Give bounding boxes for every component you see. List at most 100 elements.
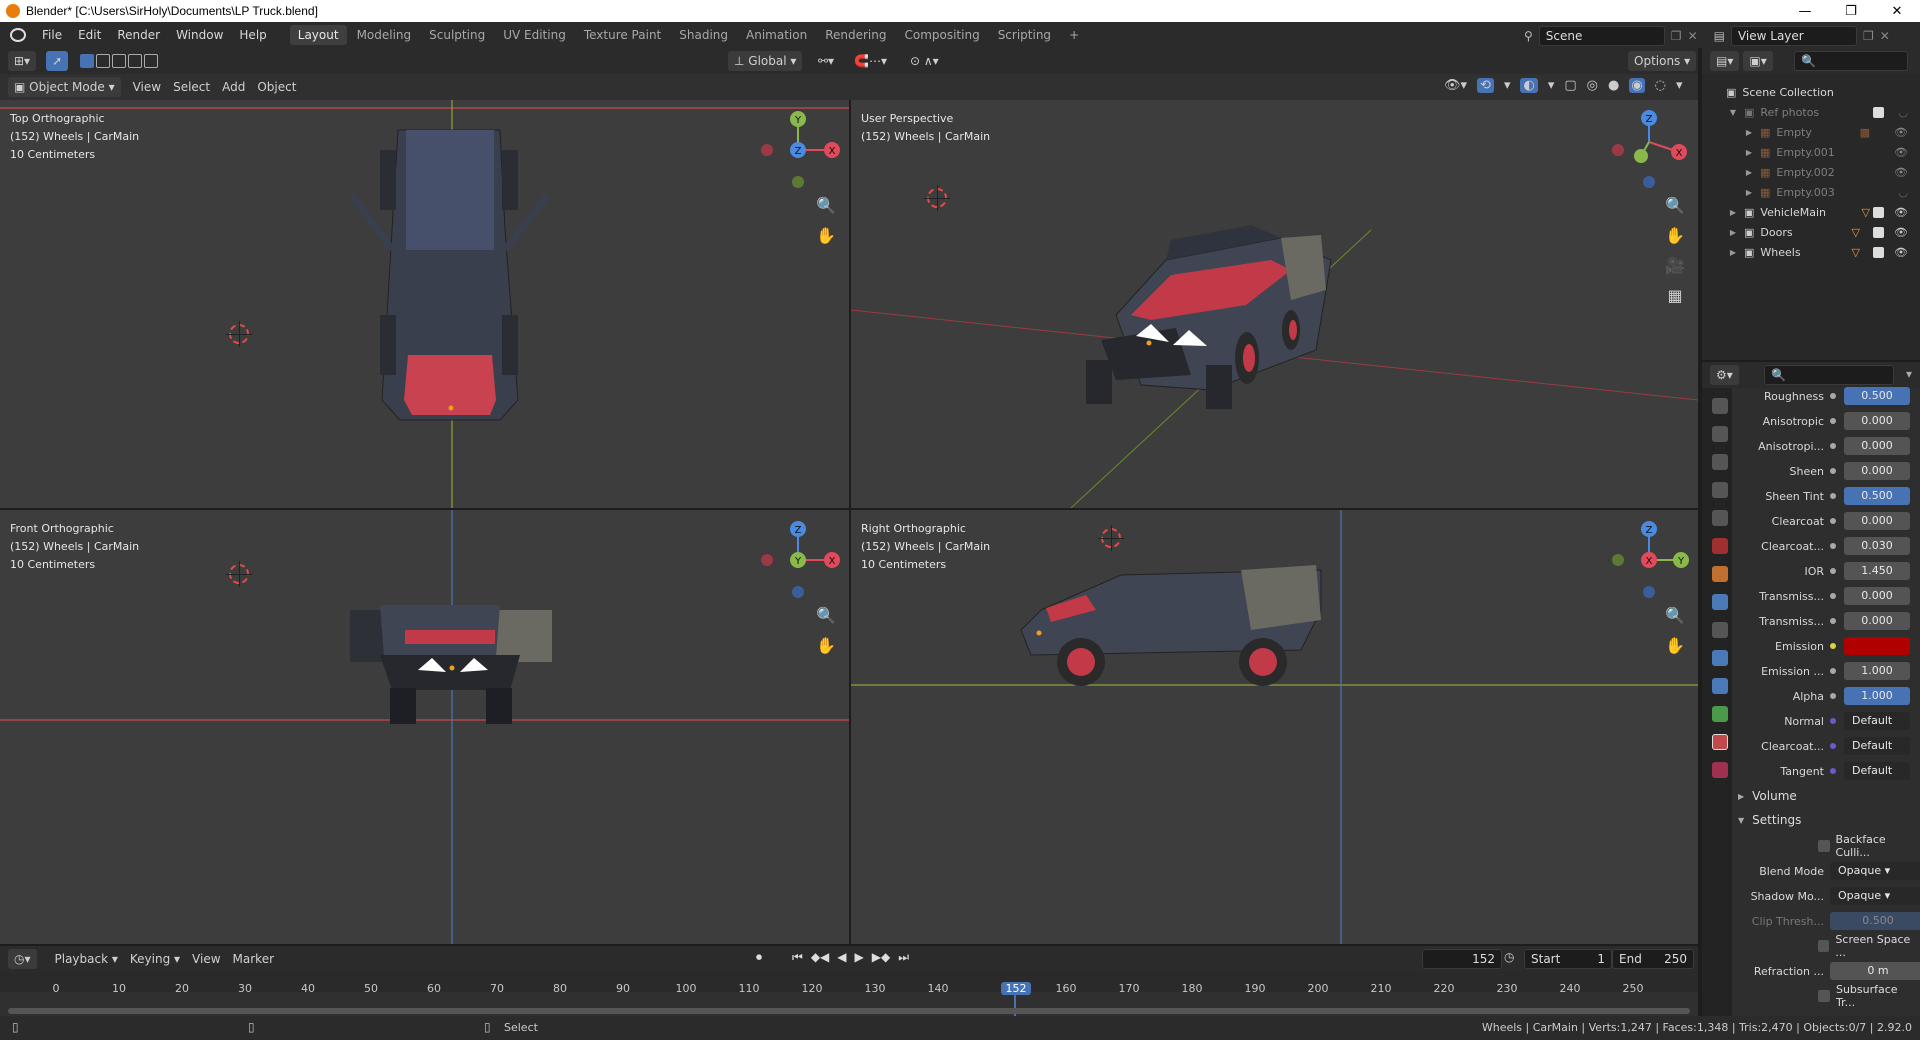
tab-modeling[interactable]: Modeling (349, 25, 420, 45)
delete-view-layer-icon[interactable]: ✕ (1880, 29, 1890, 43)
anisotropic-rotation-field[interactable]: 0.000 (1844, 437, 1910, 455)
tool-tab-icon[interactable] (1712, 398, 1728, 414)
ortho-toggle-icon[interactable]: ▦ (1663, 284, 1687, 308)
expand-arrow-icon[interactable]: ▶ (1728, 228, 1738, 237)
visibility-eye-icon[interactable]: 👁 (1894, 226, 1908, 239)
marker-menu[interactable]: Marker (227, 949, 280, 969)
tab-scripting[interactable]: Scripting (990, 25, 1059, 45)
backface-culling-checkbox[interactable] (1818, 840, 1830, 852)
tangent-field[interactable]: Default (1844, 762, 1910, 780)
menu-window[interactable]: Window (168, 22, 231, 48)
tab-layout[interactable]: Layout (289, 25, 347, 45)
menu-help[interactable]: Help (231, 22, 274, 48)
physics-tab-icon[interactable] (1712, 650, 1728, 666)
select-new-icon[interactable] (80, 54, 95, 68)
expand-arrow-icon[interactable]: ▼ (1728, 108, 1738, 117)
scene-icon[interactable]: ⚲ (1524, 29, 1533, 43)
render-tab-icon[interactable] (1712, 426, 1728, 442)
texture-tab-icon[interactable] (1712, 762, 1728, 778)
wireframe-shading-icon[interactable]: ◎ (1587, 78, 1598, 93)
zoom-icon[interactable]: 🔍 (814, 194, 838, 218)
menu-edit[interactable]: Edit (70, 22, 109, 48)
3d-cursor-icon[interactable] (924, 185, 950, 211)
timeline-view-menu[interactable]: View (186, 949, 226, 969)
transmission-field[interactable]: 0.000 (1844, 587, 1910, 605)
nav-gizmo[interactable]: Y X Z (752, 100, 842, 190)
visibility-eye-icon[interactable]: 👁 (1894, 166, 1908, 179)
camera-view-icon[interactable]: 🎥 (1663, 254, 1687, 278)
refraction-depth-field[interactable]: 0 m (1830, 962, 1920, 980)
zoom-icon[interactable]: 🔍 (1663, 604, 1687, 628)
sheen-tint-field[interactable]: 0.500 (1844, 487, 1910, 505)
modifier-tab-icon[interactable] (1712, 594, 1728, 610)
outliner-row[interactable]: ▶ ▣ Wheels ▽ 👁 (1702, 242, 1920, 262)
minimize-button[interactable]: — (1782, 0, 1828, 22)
gizmo-y-axis[interactable] (1634, 149, 1648, 163)
clearcoat-normal-field[interactable]: Default (1844, 737, 1910, 755)
nav-gizmo[interactable]: Z Y X (1601, 510, 1691, 600)
overlay-toggle-icon[interactable]: ◐ (1520, 78, 1538, 93)
tab-animation[interactable]: Animation (738, 25, 815, 45)
screen-space-refraction-row[interactable]: Screen Space ... (1818, 933, 1920, 959)
xray-icon[interactable]: ▢ (1564, 78, 1576, 93)
gizmo-neg-z[interactable] (792, 586, 804, 598)
scene-tab-icon[interactable] (1712, 510, 1728, 526)
expand-arrow-icon[interactable]: ▶ (1744, 128, 1754, 137)
tab-compositing[interactable]: Compositing (896, 25, 987, 45)
record-icon[interactable]: ⏺ (756, 950, 762, 965)
preview-range-icon[interactable]: ◷ (1504, 950, 1514, 964)
tab-rendering[interactable]: Rendering (817, 25, 894, 45)
gizmo-neg-x[interactable] (1612, 144, 1624, 156)
outliner-row[interactable]: ▶ ▦ Empty ▩ 👁 (1702, 122, 1920, 142)
object-tab-icon[interactable] (1712, 566, 1728, 582)
select-invert-icon[interactable] (128, 54, 143, 68)
data-tab-icon[interactable] (1712, 706, 1728, 722)
outliner-row[interactable]: ▶ ▦ Empty.003 ◡ (1702, 182, 1920, 202)
roughness-field[interactable]: 0.500 (1844, 387, 1910, 405)
view-layer-icon[interactable]: ▤ (1714, 29, 1725, 43)
expand-arrow-icon[interactable]: ▶ (1744, 148, 1754, 157)
proportional-edit-icon[interactable]: ⊙ ∧▾ (904, 51, 945, 71)
zoom-icon[interactable]: 🔍 (814, 604, 838, 628)
backface-culling-row[interactable]: Backface Culli... (1818, 833, 1920, 859)
material-tab-icon[interactable] (1712, 734, 1728, 750)
outliner-row[interactable]: ▶ ▦ Empty.001 👁 (1702, 142, 1920, 162)
material-shading-icon[interactable]: ◉ (1629, 78, 1645, 93)
tab-sculpting[interactable]: Sculpting (421, 25, 493, 45)
blend-mode-dropdown[interactable]: Opaque ▾ (1830, 862, 1920, 880)
shading-dropdown-icon[interactable]: ▾ (1676, 78, 1683, 93)
output-tab-icon[interactable] (1712, 454, 1728, 470)
jump-start-icon[interactable]: ⏮ (792, 950, 803, 965)
new-scene-icon[interactable]: ❐ (1671, 29, 1682, 43)
nav-gizmo[interactable]: Z X (1601, 100, 1691, 190)
playhead-frame-label[interactable]: 152 (1001, 982, 1031, 995)
3d-cursor-icon[interactable] (1098, 525, 1124, 551)
menu-add[interactable]: Add (216, 77, 251, 97)
sheen-field[interactable]: 0.000 (1844, 462, 1910, 480)
expand-arrow-icon[interactable]: ▶ (1728, 208, 1738, 217)
particles-tab-icon[interactable] (1712, 622, 1728, 638)
view-layer-field[interactable]: View Layer (1730, 26, 1857, 46)
gizmo-neg-y[interactable] (1612, 554, 1624, 566)
select-mode-buttons[interactable] (80, 54, 159, 68)
menu-view[interactable]: View (127, 77, 167, 97)
menu-file[interactable]: File (34, 22, 70, 48)
next-keyframe-icon[interactable]: ▶◆ (872, 950, 890, 965)
menu-render[interactable]: Render (109, 22, 168, 48)
blender-menu-icon[interactable] (10, 28, 26, 42)
settings-panel-header[interactable]: ▼ Settings (1738, 810, 1801, 830)
menu-select[interactable]: Select (167, 77, 216, 97)
outliner-search-input[interactable]: 🔍 (1794, 51, 1908, 71)
tab-shading[interactable]: Shading (671, 25, 736, 45)
current-frame-field[interactable]: 152 (1422, 949, 1502, 969)
end-frame-field[interactable]: End 250 (1612, 949, 1694, 969)
outliner-row[interactable]: ▼ ▣ Ref photos ◡ (1702, 102, 1920, 122)
transmission-roughness-field[interactable]: 0.000 (1844, 612, 1910, 630)
add-workspace-button[interactable]: + (1061, 25, 1087, 45)
scene-collection-row[interactable]: ▣ Scene Collection (1702, 82, 1920, 102)
ior-field[interactable]: 1.450 (1844, 562, 1910, 580)
keying-menu[interactable]: Keying ▾ (124, 949, 186, 969)
properties-options-icon[interactable]: ▾ (1906, 367, 1912, 381)
visibility-eye-icon[interactable]: ◡ (1898, 186, 1908, 199)
select-extend-icon[interactable] (96, 54, 111, 68)
